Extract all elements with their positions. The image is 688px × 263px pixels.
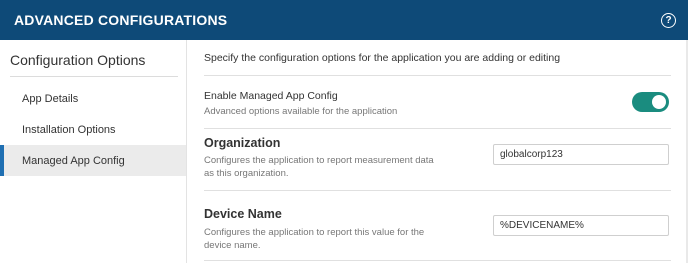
sidebar-item-managed-app-config[interactable]: Managed App Config — [0, 145, 186, 176]
intro-text: Specify the configuration options for th… — [204, 52, 561, 64]
toggle-knob — [652, 95, 666, 109]
sidebar-item-app-details[interactable]: App Details — [0, 83, 186, 114]
sidebar-item-installation-options[interactable]: Installation Options — [0, 114, 186, 145]
help-icon[interactable]: ? — [661, 12, 676, 28]
divider — [204, 260, 671, 261]
organization-description: Configures the application to report mea… — [204, 155, 434, 179]
device-name-description: Configures the application to report thi… — [204, 227, 425, 251]
organization-input[interactable] — [493, 144, 669, 165]
sidebar: Configuration Options App Details Instal… — [0, 40, 187, 263]
sidebar-title: Configuration Options — [10, 52, 146, 68]
organization-title: Organization — [204, 136, 281, 150]
device-name-input[interactable] — [493, 215, 669, 236]
dialog-title: ADVANCED CONFIGURATIONS — [14, 12, 228, 28]
enable-managed-config-toggle[interactable] — [632, 92, 669, 112]
divider — [204, 128, 671, 129]
main-panel: Specify the configuration options for th… — [188, 40, 688, 263]
enable-managed-config-label: Enable Managed App Config — [204, 90, 338, 102]
enable-managed-config-description: Advanced options available for the appli… — [204, 106, 398, 117]
device-name-title: Device Name — [204, 207, 282, 221]
divider — [204, 75, 671, 76]
divider — [204, 190, 671, 191]
sidebar-divider — [10, 76, 178, 77]
dialog-header: ADVANCED CONFIGURATIONS ? — [0, 0, 688, 40]
